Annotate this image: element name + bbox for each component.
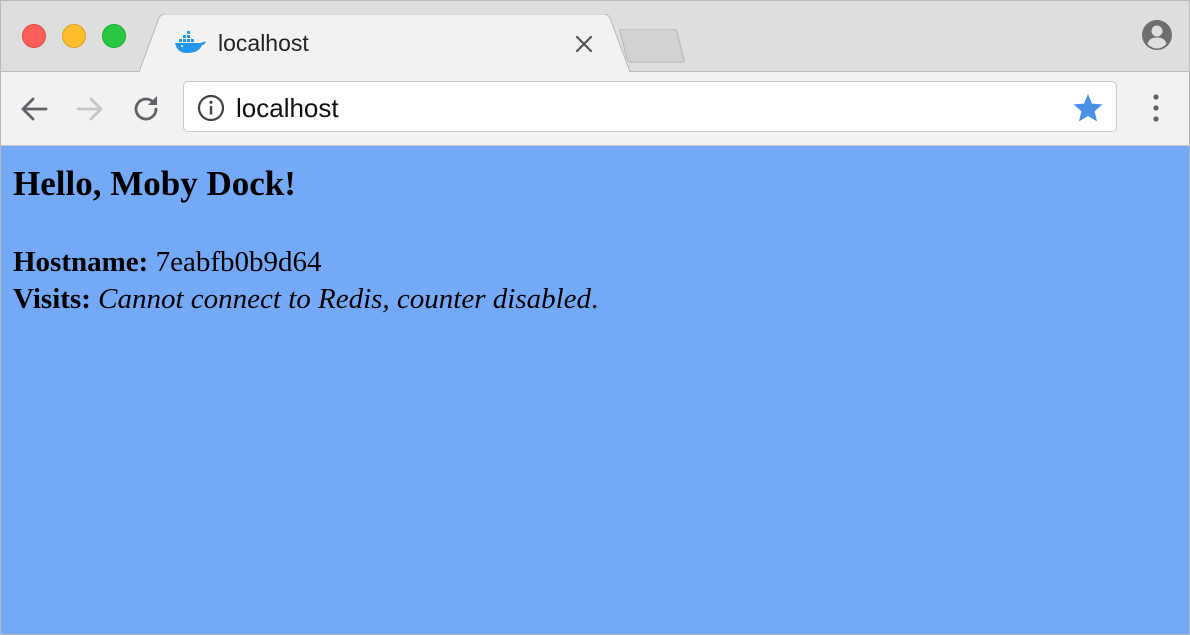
forward-arrow-icon[interactable] [74, 93, 106, 125]
visits-line: Visits: Cannot connect to Redis, counter… [13, 281, 598, 318]
new-tab-button[interactable] [617, 29, 687, 63]
tab-title: localhost [218, 30, 309, 56]
tab-close-icon[interactable] [573, 33, 595, 55]
visits-suffix: . [591, 283, 599, 315]
hostname-line: Hostname: 7eabfb0b9d64 [13, 244, 598, 281]
host-info: Hostname: 7eabfb0b9d64 Visits: Cannot co… [13, 244, 598, 318]
visits-label: Visits: [13, 283, 91, 315]
profile-icon[interactable] [1141, 19, 1173, 51]
browser-window: localhost localhost Hello, Moby Dock! Ho… [0, 0, 1190, 635]
address-bar[interactable]: localhost [183, 81, 1117, 132]
page-heading: Hello, Moby Dock! [13, 164, 296, 203]
window-minimize-button[interactable] [62, 24, 86, 48]
hostname-value: 7eabfb0b9d64 [155, 246, 322, 278]
visits-value: Cannot connect to Redis, counter disable… [98, 283, 592, 315]
window-maximize-button[interactable] [102, 24, 126, 48]
docker-whale-icon [175, 31, 206, 53]
hostname-label: Hostname: [13, 246, 149, 278]
info-icon[interactable] [197, 94, 225, 122]
bookmark-star-icon[interactable] [1072, 92, 1104, 124]
address-bar-url[interactable]: localhost [236, 92, 339, 124]
back-arrow-icon[interactable] [18, 93, 50, 125]
menu-dots-icon[interactable] [1142, 91, 1170, 125]
browser-toolbar: localhost [1, 72, 1189, 146]
page-content: Hello, Moby Dock! Hostname: 7eabfb0b9d64… [1, 146, 1189, 634]
window-close-button[interactable] [22, 24, 46, 48]
active-tab[interactable] [139, 14, 631, 72]
reload-icon[interactable] [130, 93, 162, 125]
tab-strip: localhost [1, 1, 1189, 72]
